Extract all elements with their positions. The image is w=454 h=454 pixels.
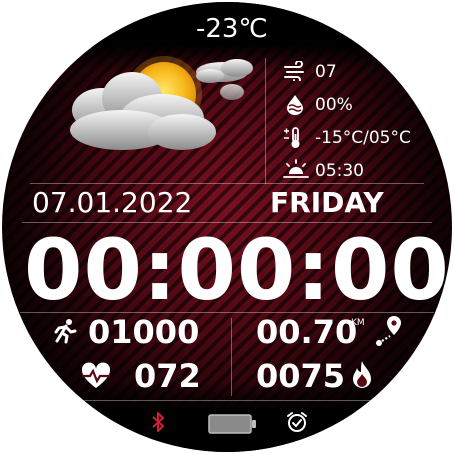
alarm-icon bbox=[287, 412, 307, 432]
battery-icon bbox=[208, 414, 256, 434]
partly-cloudy-icon bbox=[70, 56, 253, 150]
calories-value: 0075 bbox=[256, 357, 346, 395]
thermometer-icon bbox=[284, 127, 300, 148]
wind-icon bbox=[284, 61, 304, 81]
date-top-divider bbox=[30, 183, 424, 184]
weather-divider bbox=[265, 58, 266, 184]
digital-time: 00:00:00 bbox=[24, 221, 450, 319]
heart-rate-icon bbox=[81, 362, 111, 388]
humidity-icon bbox=[287, 95, 303, 115]
temperature-range: -15°C/05°C bbox=[315, 128, 411, 148]
distance-value: 00.70 bbox=[256, 313, 358, 351]
date-text: 07.01.2022 bbox=[32, 186, 193, 219]
wind-value: 07 bbox=[315, 62, 337, 82]
weekday-text: FRIDAY bbox=[270, 186, 384, 219]
distance-pin-icon bbox=[376, 316, 401, 346]
steps-icon bbox=[54, 319, 77, 344]
heart-rate-value: 072 bbox=[134, 357, 201, 395]
steps-value: 01000 bbox=[88, 313, 200, 351]
distance-unit: KM bbox=[351, 318, 365, 328]
status-divider bbox=[60, 400, 394, 401]
humidity-value: 00% bbox=[315, 95, 353, 115]
time-bottom-divider bbox=[20, 312, 434, 313]
sunrise-time: 05:30 bbox=[315, 161, 364, 181]
stats-center-divider bbox=[231, 318, 232, 396]
current-temperature: -23℃ bbox=[196, 14, 268, 44]
sunrise-icon bbox=[283, 159, 309, 178]
bluetooth-icon bbox=[152, 412, 164, 432]
flame-icon bbox=[353, 361, 371, 388]
